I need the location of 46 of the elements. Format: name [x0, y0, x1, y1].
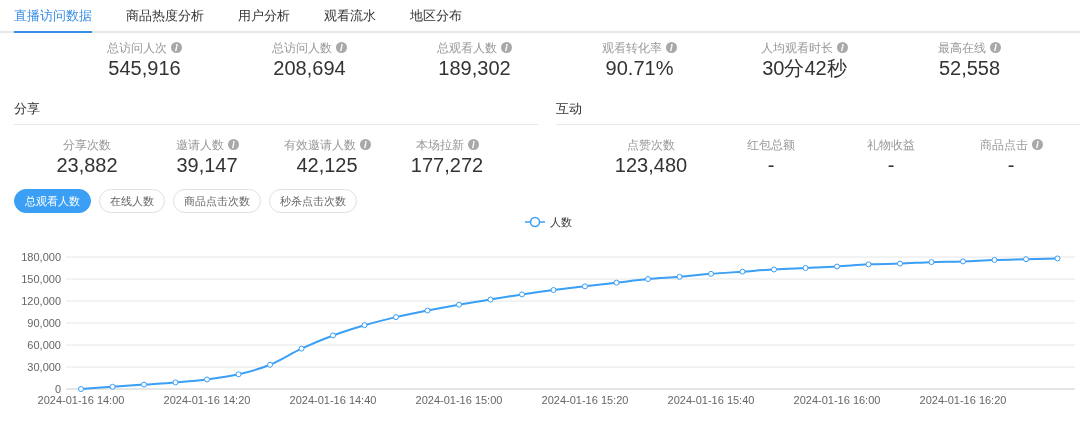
- stat-label: 分享次数: [63, 138, 111, 152]
- x-axis-label: 2024-01-16 14:40: [289, 394, 377, 406]
- section-title: 分享: [14, 101, 40, 116]
- y-axis-label: 60,000: [27, 339, 61, 351]
- stat-label: 商品点击: [979, 138, 1028, 152]
- y-axis-label: 120,000: [21, 295, 61, 307]
- stat-value: 545,916: [107, 56, 182, 80]
- stat-label: 邀请人数: [175, 138, 224, 152]
- stat-value: -: [1006, 153, 1016, 177]
- stat-label: 最高在线: [938, 41, 986, 55]
- legend-label: 人数: [550, 216, 572, 228]
- stat-label: 总访问人数: [272, 41, 332, 55]
- stat-value: 42,125: [295, 153, 359, 177]
- stat-value: 30分42秒: [761, 56, 848, 80]
- stat-value: 208,694: [272, 56, 347, 80]
- stat-value: -: [886, 153, 896, 177]
- stat-label: 人均观看时长: [761, 41, 833, 55]
- stat-value: 189,302: [437, 56, 512, 80]
- stat-label: 本场拉新: [415, 138, 464, 152]
- stat-value: 39,147: [175, 153, 239, 177]
- x-axis-label: 2024-01-16 15:20: [541, 394, 629, 406]
- stat-label: 红包总额: [747, 138, 795, 152]
- x-axis-label: 2024-01-16 14:20: [163, 394, 251, 406]
- x-axis-label: 2024-01-16 15:00: [415, 394, 503, 406]
- stat-label: 礼物收益: [867, 138, 915, 152]
- x-axis-label: 2024-01-16 16:00: [793, 394, 881, 406]
- y-axis-label: 90,000: [27, 317, 61, 329]
- stat-value: 177,272: [409, 153, 485, 177]
- y-axis-label: 150,000: [21, 273, 61, 285]
- stat-value: 23,882: [55, 153, 119, 177]
- stat-value: 123,480: [613, 153, 689, 177]
- stat-value: -: [766, 153, 776, 177]
- stat-value: 90.71%: [604, 56, 675, 80]
- stat-label: 观看转化率: [602, 41, 662, 55]
- y-axis-label: 0: [54, 383, 61, 395]
- x-axis-label: 2024-01-16 14:00: [37, 394, 125, 406]
- stat-label: 点赞次数: [627, 138, 675, 152]
- x-axis-label: 2024-01-16 16:20: [919, 394, 1007, 406]
- x-axis-label: 2024-01-16 15:40: [667, 394, 755, 406]
- section-title: 互动: [556, 101, 582, 116]
- y-axis-label: 30,000: [27, 361, 61, 373]
- y-axis-label: 180,000: [21, 251, 61, 263]
- stat-label: 总访问人次: [107, 41, 167, 55]
- stat-label: 总观看人数: [437, 41, 497, 55]
- stat-value: 52,558: [937, 56, 1002, 80]
- stat-label: 有效邀请人数: [283, 138, 356, 152]
